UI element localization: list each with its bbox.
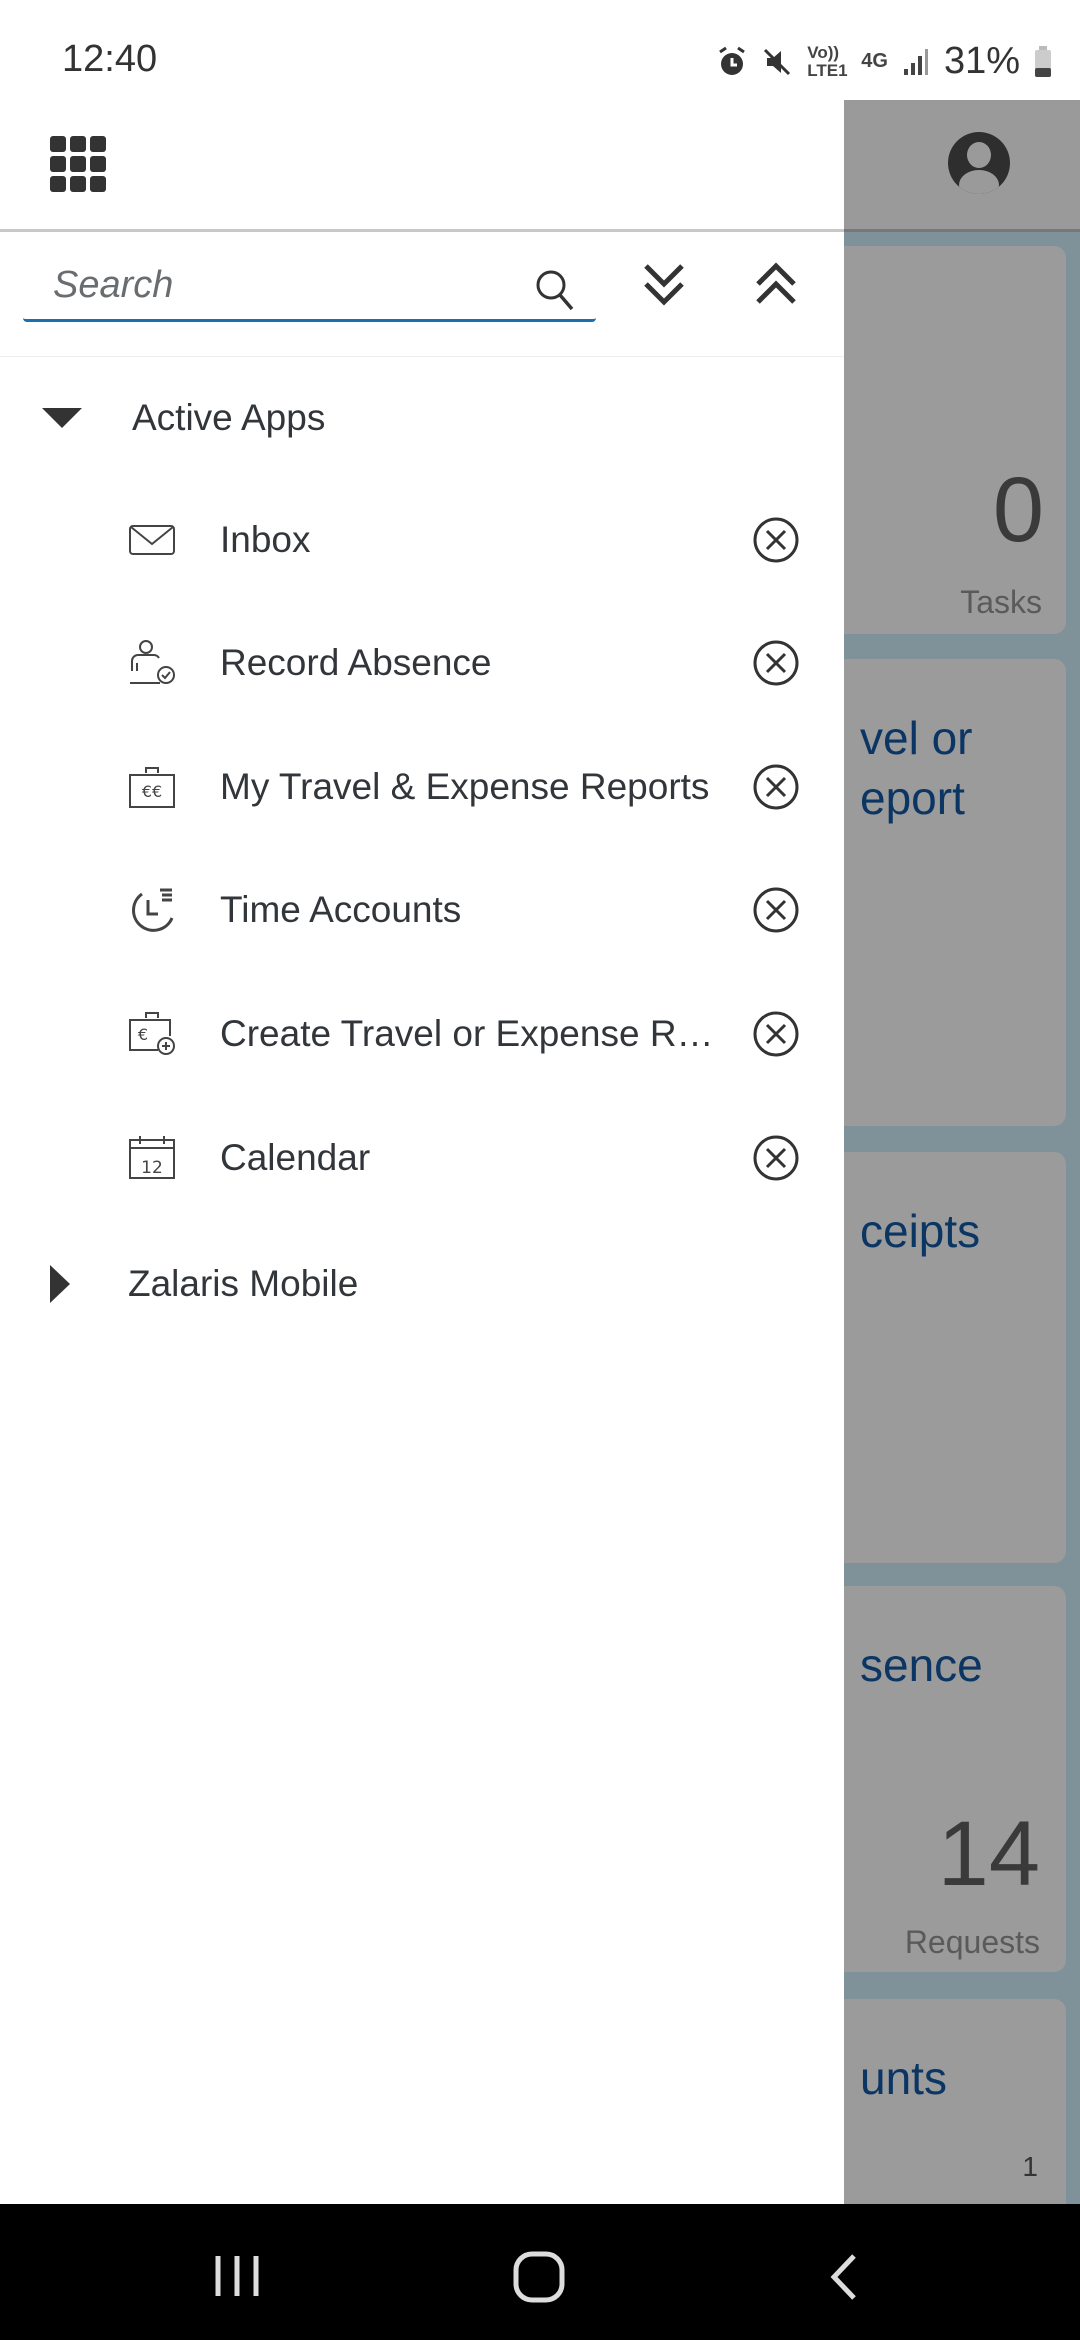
user-avatar-icon[interactable] xyxy=(948,132,1010,194)
close-app-icon[interactable] xyxy=(752,763,800,811)
search-field[interactable] xyxy=(23,252,596,322)
collapse-all-icon[interactable] xyxy=(754,262,798,306)
list-item-record-absence[interactable]: Record Absence xyxy=(0,613,844,713)
clock: 12:40 xyxy=(62,38,158,80)
item-label: Record Absence xyxy=(220,642,492,683)
svg-text:€: € xyxy=(138,1025,148,1044)
status-bar: 12:40 Vo)) LTE1 4G 31% xyxy=(0,0,1080,100)
app-navigation-drawer: Active Apps Inbox Record Absence €€ My T… xyxy=(0,100,844,2204)
envelope-icon xyxy=(129,525,175,555)
tile-title: eport xyxy=(860,772,965,824)
close-app-icon[interactable] xyxy=(752,516,800,564)
close-app-icon[interactable] xyxy=(752,886,800,934)
list-item-inbox[interactable]: Inbox xyxy=(0,490,844,590)
tile-title: ceipts xyxy=(860,1205,981,1257)
item-label: Inbox xyxy=(220,519,311,560)
group-label: Zalaris Mobile xyxy=(128,1263,359,1304)
recent-apps-icon[interactable] xyxy=(212,2254,262,2298)
caret-down-icon[interactable] xyxy=(40,406,84,430)
tile-inbox[interactable]: 0 Tasks xyxy=(830,246,1066,634)
item-label: Create Travel or Expense Report xyxy=(220,1013,725,1054)
tile-title: unts xyxy=(860,2052,947,2104)
list-item-my-travel-expense[interactable]: €€ My Travel & Expense Reports xyxy=(0,737,844,837)
list-item-create-travel-expense[interactable]: € Create Travel or Expense Report xyxy=(0,984,844,1084)
item-label: Calendar xyxy=(220,1137,371,1178)
svg-text:€€: €€ xyxy=(142,782,162,801)
list-item-calendar[interactable]: 12 Calendar xyxy=(0,1108,844,1208)
tile-title: vel or xyxy=(860,712,973,764)
tile-count: 0 xyxy=(992,459,1044,561)
search-icon[interactable] xyxy=(534,268,576,312)
network-type: 4G xyxy=(861,50,888,72)
item-label: My Travel & Expense Reports xyxy=(220,766,710,807)
volte-indicator: Vo)) LTE1 xyxy=(807,42,848,80)
person-check-icon xyxy=(130,640,175,684)
tile-absence[interactable]: sence 14 Requests xyxy=(830,1586,1066,1972)
battery-percent: 31% xyxy=(943,40,1020,82)
tile-count: 14 xyxy=(937,1803,1040,1905)
close-app-icon[interactable] xyxy=(752,1134,800,1182)
item-label: Time Accounts xyxy=(220,889,462,930)
battery-icon xyxy=(1035,45,1051,77)
tile-count-label: Tasks xyxy=(960,584,1042,620)
list-item-time-accounts[interactable]: Time Accounts xyxy=(0,860,844,960)
expand-all-icon[interactable] xyxy=(642,262,686,306)
briefcase-euro-icon: €€ xyxy=(129,767,175,808)
calendar-day: 12 xyxy=(141,1158,163,1178)
search-input[interactable] xyxy=(23,252,503,318)
caret-right-icon[interactable] xyxy=(48,1263,72,1305)
home-icon[interactable] xyxy=(512,2250,566,2304)
calendar-icon: 12 xyxy=(129,1136,175,1179)
tile-footer: 1 xyxy=(1022,2151,1038,2182)
close-app-icon[interactable] xyxy=(752,639,800,687)
alarm-icon xyxy=(719,46,746,75)
tile-time-accounts[interactable]: unts 1 xyxy=(830,1999,1066,2204)
briefcase-euro-add-icon: € xyxy=(129,1012,175,1055)
tile-count-label: Requests xyxy=(904,1924,1040,1960)
close-app-icon[interactable] xyxy=(752,1010,800,1058)
app-grid-icon[interactable] xyxy=(50,136,106,192)
mute-icon xyxy=(764,48,791,75)
system-navigation-bar xyxy=(0,2204,1080,2340)
group-label: Active Apps xyxy=(132,397,326,438)
signal-icon xyxy=(903,48,928,75)
tile-create-travel[interactable]: vel or eport xyxy=(830,659,1066,1126)
tile-title: sence xyxy=(860,1639,983,1691)
back-icon[interactable] xyxy=(826,2252,860,2302)
tile-receipts[interactable]: ceipts xyxy=(830,1152,1066,1563)
time-account-icon xyxy=(132,888,174,932)
